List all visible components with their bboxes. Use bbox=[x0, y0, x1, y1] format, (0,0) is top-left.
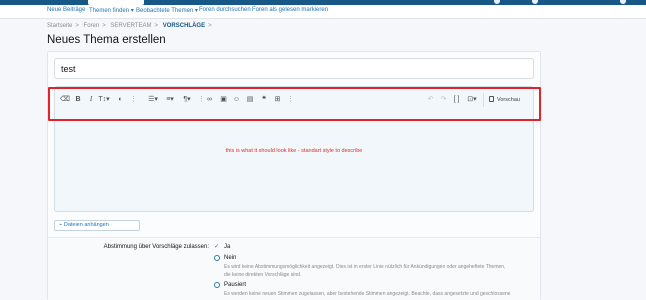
poll-option-label: Abstimmung über Vorschläge zulassen: bbox=[103, 244, 209, 250]
subnav-mark-read[interactable]: Foren als gelesen markieren bbox=[252, 7, 328, 13]
paperclip-icon: ⌁ bbox=[59, 222, 63, 228]
search-icon[interactable] bbox=[620, 0, 626, 4]
subnav-search-forums[interactable]: Foren durchsuchen bbox=[199, 7, 251, 13]
radio-ja-checked-icon[interactable]: ✓ bbox=[214, 244, 220, 250]
radio-nein-label[interactable]: Nein bbox=[224, 255, 236, 261]
page-title: Neues Thema erstellen bbox=[47, 34, 166, 46]
editor-content-text[interactable]: this is what it should look like - stand… bbox=[54, 148, 534, 154]
breadcrumb-separator: > bbox=[208, 23, 212, 29]
avatar[interactable] bbox=[532, 0, 538, 4]
subnav-new-posts[interactable]: Neue Beiträge bbox=[47, 7, 85, 13]
radio-ja-label[interactable]: Ja bbox=[224, 244, 230, 250]
subnav-find-threads[interactable]: Themen finden ▾ bbox=[89, 7, 134, 14]
attach-files-button[interactable]: ⌁ Dateien anhängen bbox=[54, 220, 140, 231]
radio-pausiert[interactable] bbox=[214, 282, 220, 288]
breadcrumb-separator: > bbox=[102, 23, 106, 29]
sub-nav: Neue Beiträge Themen finden ▾ Beobachtet… bbox=[0, 5, 646, 19]
breadcrumb-forums[interactable]: Foren bbox=[84, 23, 100, 29]
breadcrumb-home[interactable]: Startseite bbox=[47, 23, 72, 29]
radio-nein-description: Es wird keine Abstimmungsmöglichkeit ang… bbox=[224, 264, 506, 270]
radio-pausiert-label[interactable]: Pausiert bbox=[224, 282, 246, 288]
breadcrumb-separator: > bbox=[154, 23, 159, 29]
radio-pausiert-description: Es werden keine neuen Stimmen zugelassen… bbox=[224, 291, 511, 297]
annotation-highlight-box bbox=[48, 87, 541, 121]
thread-title-input[interactable] bbox=[54, 58, 534, 79]
notification-icon[interactable] bbox=[494, 0, 500, 4]
radio-nein[interactable] bbox=[214, 255, 220, 261]
radio-nein-description: die keine direkten Vorschläge sind. bbox=[224, 272, 302, 278]
breadcrumb-serverteam[interactable]: SERVERTEAM bbox=[110, 23, 151, 29]
subnav-watched-threads[interactable]: Beobachtete Themen ▾ bbox=[136, 7, 198, 14]
breadcrumb-separator: > bbox=[75, 23, 79, 29]
breadcrumb-current[interactable]: VORSCHLÄGE bbox=[163, 23, 205, 29]
breadcrumb: Startseite > Foren > SERVERTEAM > VORSCHLÄG… bbox=[47, 23, 215, 29]
attach-files-label: Dateien anhängen bbox=[63, 222, 109, 228]
